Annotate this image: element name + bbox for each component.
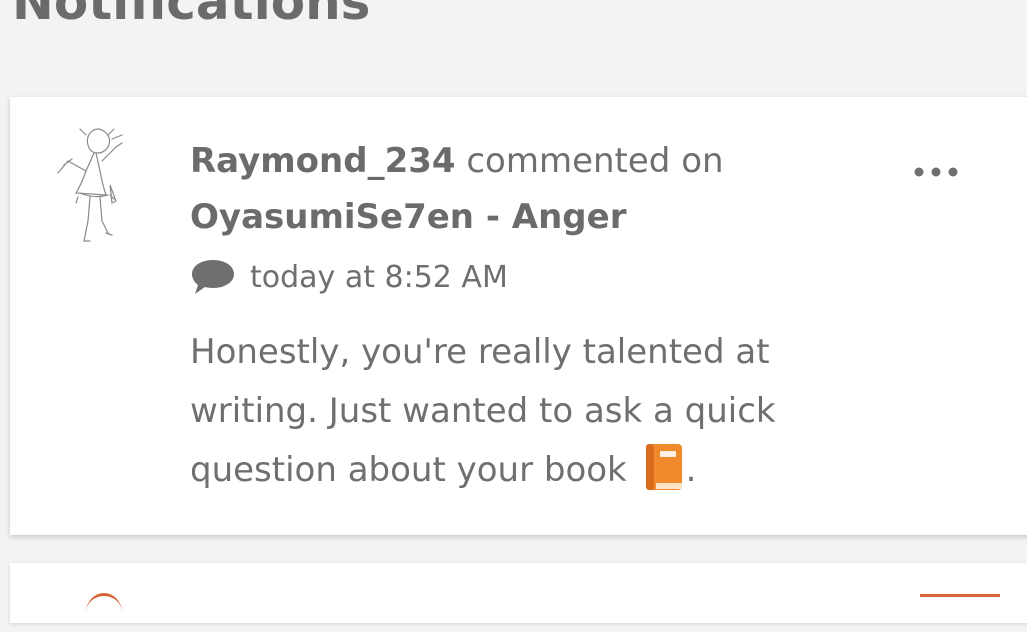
- action-text: commented on: [466, 141, 724, 181]
- avatar-sketch-icon: [57, 128, 123, 242]
- notification-card[interactable]: Raymond_234 commented on OyasumiSe7en - …: [10, 97, 1027, 535]
- notification-content: Raymond_234 commented on OyasumiSe7en - …: [190, 133, 890, 500]
- notification-card-next[interactable]: [10, 563, 1027, 623]
- page-title: Notifications: [12, 0, 371, 31]
- avatar[interactable]: [50, 125, 140, 245]
- more-dots-icon: [914, 167, 958, 177]
- comment-message[interactable]: Honestly, you're really talented at writ…: [190, 323, 890, 500]
- notification-headline: Raymond_234 commented on OyasumiSe7en - …: [190, 133, 890, 245]
- more-options-button[interactable]: [908, 152, 964, 192]
- speech-bubble-icon: [190, 257, 236, 297]
- username-link[interactable]: Raymond_234: [190, 141, 456, 181]
- notification-meta: today at 8:52 AM: [190, 255, 890, 299]
- orange-book-emoji-icon: [642, 441, 686, 493]
- story-title-link[interactable]: OyasumiSe7en - Anger: [190, 197, 626, 237]
- avatar-partial: [86, 593, 122, 632]
- timestamp: today at 8:52 AM: [250, 259, 508, 295]
- message-suffix: .: [685, 450, 697, 490]
